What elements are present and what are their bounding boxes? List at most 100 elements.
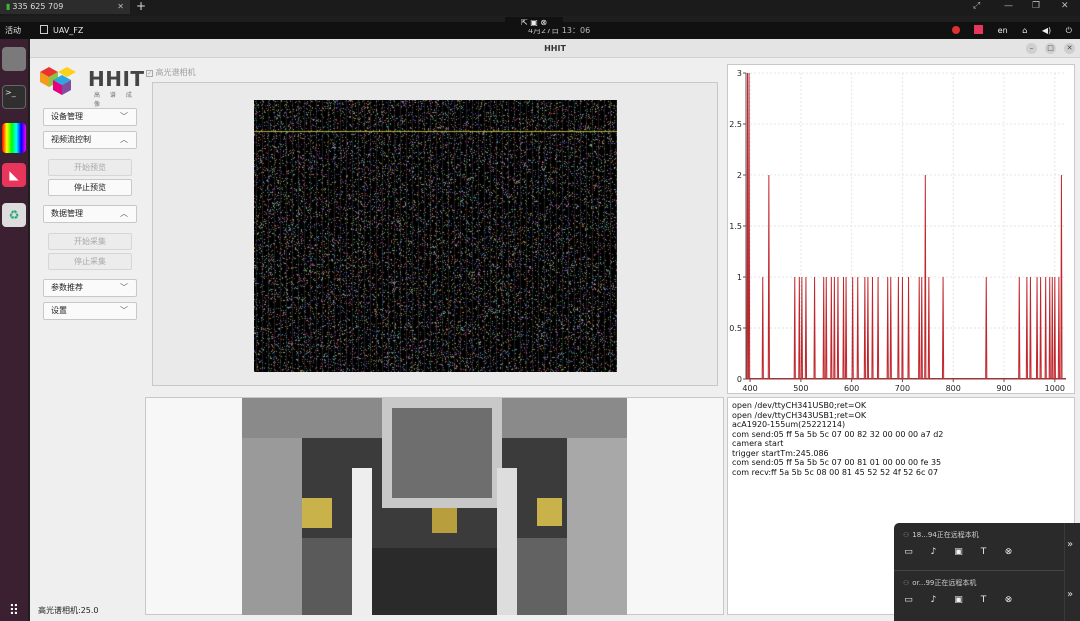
activities-button[interactable]: 活动	[5, 22, 21, 39]
terminal-app-icon[interactable]: >_	[2, 85, 26, 109]
spectrum-spike	[918, 276, 921, 380]
text-icon[interactable]: T	[977, 595, 990, 606]
disconnect-icon[interactable]: ⊗	[540, 18, 547, 27]
screen-share-icon[interactable]: ▣	[952, 595, 965, 606]
minimize-icon[interactable]: —	[1004, 0, 1013, 13]
spectrum-spike	[856, 276, 859, 380]
signal-icon: ▮	[6, 2, 11, 11]
notification-side-strip: » »	[1064, 523, 1080, 621]
spectrum-spike	[901, 276, 904, 380]
stop-preview-button[interactable]: 停止预览	[48, 179, 132, 196]
spectrum-spike	[851, 276, 854, 380]
remote-notification: ⚇ 18...94正在远程本机 ▭ ♪ ▣ T ⊗	[894, 523, 1064, 569]
spectrum-chart: 0 0.5 1 1.5 2 2.5 3 400 500 600 700 800 900 1000	[727, 64, 1075, 394]
hyperspectral-checkbox-label: 高光谱相机	[155, 68, 196, 77]
spectrum-spike	[941, 276, 945, 380]
remote-user-text: 18...94正在远程本机	[912, 531, 979, 539]
close-tab-icon[interactable]: ✕	[117, 0, 124, 14]
remote-user-label: ⚇ or...99正在远程本机	[903, 578, 976, 588]
chat-icon[interactable]: ▭	[902, 547, 915, 558]
restore-icon[interactable]: ❐	[1032, 0, 1040, 13]
device-management-button[interactable]: 设备管理 ﹀	[43, 108, 137, 126]
app-window-icon	[40, 25, 48, 34]
remote-session-bar: ▮ 335 625 709 ✕ + ⤢ — ❐ ✕	[0, 0, 1080, 16]
y-tick-label: 2.5	[729, 120, 742, 129]
spectrum-chart-svg[interactable]: 0 0.5 1 1.5 2 2.5 3 400 500 600 700 800 900 1000	[728, 65, 1074, 393]
start-capture-button[interactable]: 开始采集	[48, 233, 132, 250]
spectrum-app-icon[interactable]	[2, 123, 26, 153]
remote-user-text: or...99正在远程本机	[912, 579, 977, 587]
disconnect-icon[interactable]: ⊗	[1002, 547, 1015, 558]
spectrum-spike	[924, 174, 927, 380]
files-app-icon[interactable]	[2, 47, 26, 71]
spectrum-spike	[804, 276, 808, 380]
log-line: com recv:ff 5a 5b 5c 08 00 81 45 52 52 4…	[732, 467, 939, 477]
screen-share-icon[interactable]: ▣	[952, 547, 965, 558]
spectrum-spike	[842, 276, 845, 380]
chat-icon[interactable]: ▭	[902, 595, 915, 606]
log-line: com send:05 ff 5a 5b 5c 07 00 82 32 00 0…	[732, 429, 944, 439]
stop-capture-button[interactable]: 停止采集	[48, 253, 132, 270]
hyperspectral-checkbox[interactable]: ✓ 高光谱相机	[146, 67, 196, 78]
alert-icon[interactable]	[951, 26, 960, 34]
spectrum-spike	[836, 276, 840, 380]
remote-app-tray-icon[interactable]	[974, 25, 984, 34]
hyperspectral-preview-image[interactable]	[254, 100, 617, 372]
power-icon[interactable]: ⏻	[1066, 26, 1072, 35]
spectrum-spike	[876, 276, 880, 380]
rgb-camera-panel	[145, 397, 724, 615]
settings-button[interactable]: 设置 ﹀	[43, 302, 137, 320]
stream-control-label: 视频流控制	[51, 135, 91, 144]
param-recommend-label: 参数推荐	[51, 283, 83, 292]
spectrum-spike	[1057, 276, 1060, 380]
logo-cube-icon	[40, 67, 76, 95]
network-icon[interactable]: ⌂	[1022, 26, 1027, 35]
volume-icon[interactable]: ◀)	[1042, 26, 1051, 35]
close-icon[interactable]: ✕	[1061, 0, 1069, 13]
spectrum-spike	[1053, 276, 1056, 380]
remote-desktop-app-icon[interactable]: ◣	[2, 163, 26, 187]
camera-status-text: 高光谱相机:25.0	[38, 606, 99, 615]
disconnect-icon[interactable]: ⊗	[1002, 595, 1015, 606]
show-apps-icon[interactable]: ⠿	[2, 601, 26, 621]
logo-text: HHIT	[88, 67, 145, 91]
new-tab-button[interactable]: +	[136, 0, 146, 13]
data-management-button[interactable]: 数据管理 ︿	[43, 205, 137, 223]
remote-session-tab[interactable]: ▮ 335 625 709 ✕	[0, 0, 130, 14]
fullscreen-icon[interactable]: ⤢	[973, 0, 980, 13]
microphone-icon[interactable]: ♪	[927, 595, 940, 606]
spectrum-spike	[833, 276, 836, 380]
x-tick-label: 500	[793, 384, 808, 393]
log-line: camera start	[732, 439, 784, 448]
window-minimize-icon[interactable]: –	[1026, 43, 1037, 54]
microphone-icon[interactable]: ♪	[927, 547, 940, 558]
text-icon[interactable]: T	[977, 547, 990, 558]
chevron-down-icon: ﹀	[120, 112, 128, 121]
spectrum-spike	[822, 276, 825, 380]
spectrum-spike	[927, 276, 930, 380]
app-menu[interactable]: UAV_FZ	[40, 22, 83, 39]
expand-icon[interactable]: »	[1067, 539, 1073, 550]
remote-control-icon[interactable]: ⇱	[521, 18, 528, 27]
expand-icon[interactable]: »	[1067, 589, 1073, 600]
app-menu-label: UAV_FZ	[53, 26, 84, 35]
log-line: acA1920-155um(25221214)	[732, 420, 846, 429]
param-recommend-button[interactable]: 参数推荐 ﹀	[43, 279, 137, 297]
trash-icon[interactable]: ♻	[2, 203, 26, 227]
remote-user-label: ⚇ 18...94正在远程本机	[903, 530, 979, 540]
spectrum-spike	[746, 72, 749, 380]
spectrum-spike	[985, 276, 988, 380]
spectrum-spike	[886, 276, 889, 380]
window-close-icon[interactable]: ✕	[1064, 43, 1075, 54]
screen-icon[interactable]: ▣	[530, 18, 538, 27]
user-icon: ⚇	[903, 579, 910, 587]
checkbox-check-icon[interactable]: ✓	[146, 70, 153, 77]
rgb-camera-image[interactable]	[242, 398, 627, 615]
start-preview-button[interactable]: 开始预览	[48, 159, 132, 176]
stream-control-button[interactable]: 视频流控制 ︿	[43, 131, 137, 149]
language-indicator[interactable]: en	[998, 26, 1008, 35]
settings-label: 设置	[51, 306, 67, 315]
window-maximize-icon[interactable]: □	[1045, 43, 1056, 54]
spectrum-spike	[1025, 276, 1028, 380]
spectrum-spike	[1035, 276, 1039, 380]
